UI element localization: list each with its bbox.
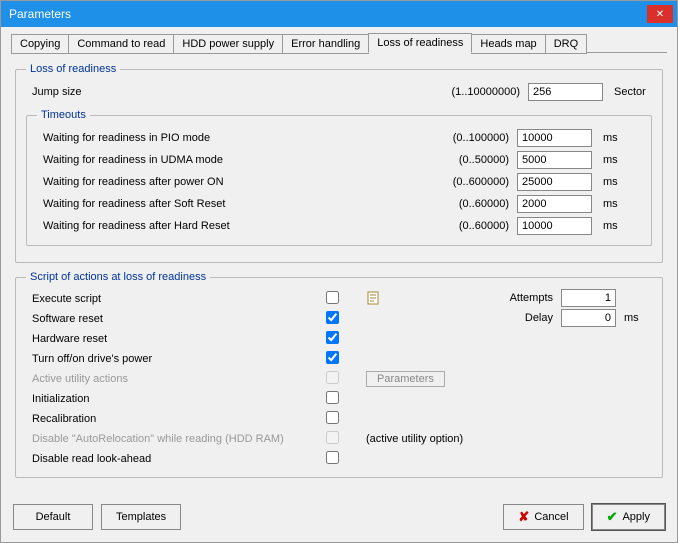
group-loss-of-readiness: Loss of readiness Jump size (1..10000000… — [15, 63, 663, 263]
script-label: Turn off/on drive's power — [26, 353, 326, 365]
script-softreset-row: Software reset — [26, 309, 652, 329]
script-lookahead-checkbox[interactable] — [326, 451, 339, 464]
script-activeutility-row: Active utility actions Parameters — [26, 369, 652, 389]
tab-hdd-power-supply[interactable]: HDD power supply — [173, 34, 283, 54]
jump-size-row: Jump size (1..10000000) Sector — [26, 81, 652, 103]
script-softreset-checkbox[interactable] — [326, 311, 339, 324]
script-hardreset-checkbox[interactable] — [326, 331, 339, 344]
script-label: Disable read look-ahead — [26, 453, 326, 465]
timeout-udma-row: Waiting for readiness in UDMA mode (0..5… — [37, 149, 641, 171]
script-label: Active utility actions — [26, 373, 326, 385]
timeout-hardreset-row: Waiting for readiness after Hard Reset (… — [37, 215, 641, 237]
timeout-range: (0..50000) — [427, 154, 517, 166]
delay-unit: ms — [624, 309, 648, 327]
script-label: Initialization — [26, 393, 326, 405]
apply-button[interactable]: ✔ Apply — [592, 504, 665, 530]
apply-icon: ✔ — [607, 509, 618, 525]
script-activeutility-checkbox — [326, 371, 339, 384]
tab-loss-of-readiness[interactable]: Loss of readiness — [368, 33, 472, 53]
timeout-unit: ms — [597, 220, 641, 232]
timeout-udma-input[interactable] — [517, 151, 592, 169]
script-lookahead-row: Disable read look-ahead — [26, 449, 652, 469]
close-icon: ✕ — [656, 9, 664, 20]
close-button[interactable]: ✕ — [647, 5, 673, 23]
tab-label: Command to read — [77, 38, 165, 50]
jump-size-range: (1..10000000) — [438, 86, 528, 98]
timeout-label: Waiting for readiness in UDMA mode — [37, 154, 427, 166]
jump-size-input[interactable] — [528, 83, 603, 101]
script-autorelocation-checkbox — [326, 431, 339, 444]
parameters-button: Parameters — [366, 371, 445, 387]
jump-size-unit: Sector — [608, 86, 652, 98]
timeout-label: Waiting for readiness after Hard Reset — [37, 220, 427, 232]
script-execute-row: Execute script — [26, 289, 652, 309]
tab-label: Loss of readiness — [377, 37, 463, 49]
tabstrip: Copying Command to read HDD power supply… — [1, 27, 677, 53]
timeout-unit: ms — [597, 154, 641, 166]
script-label: Execute script — [26, 293, 326, 305]
script-initialization-checkbox[interactable] — [326, 391, 339, 404]
timeout-unit: ms — [597, 132, 641, 144]
timeout-poweron-row: Waiting for readiness after power ON (0.… — [37, 171, 641, 193]
script-recalibration-row: Recalibration — [26, 409, 652, 429]
tab-label: DRQ — [554, 38, 578, 50]
jump-size-label: Jump size — [26, 86, 438, 98]
cancel-icon: ✘ — [518, 509, 529, 525]
timeout-poweron-input[interactable] — [517, 173, 592, 191]
active-utility-option-note: (active utility option) — [366, 433, 652, 445]
timeout-label: Waiting for readiness after power ON — [37, 176, 427, 188]
delay-label: Delay — [493, 309, 553, 327]
script-label: Software reset — [26, 313, 326, 325]
tab-heads-map[interactable]: Heads map — [471, 34, 545, 54]
tab-label: Copying — [20, 38, 60, 50]
group-legend: Script of actions at loss of readiness — [26, 271, 210, 283]
script-initialization-row: Initialization — [26, 389, 652, 409]
window-title: Parameters — [9, 7, 647, 21]
timeout-label: Waiting for readiness after Soft Reset — [37, 198, 427, 210]
group-legend: Loss of readiness — [26, 63, 120, 75]
default-button[interactable]: Default — [13, 504, 93, 530]
tab-label: Heads map — [480, 38, 536, 50]
script-label: Hardware reset — [26, 333, 326, 345]
tab-drq[interactable]: DRQ — [545, 34, 587, 54]
script-execute-checkbox[interactable] — [326, 291, 339, 304]
script-recalibration-checkbox[interactable] — [326, 411, 339, 424]
tab-copying[interactable]: Copying — [11, 34, 69, 54]
timeout-softreset-row: Waiting for readiness after Soft Reset (… — [37, 193, 641, 215]
timeout-range: (0..60000) — [427, 220, 517, 232]
timeout-range: (0..600000) — [427, 176, 517, 188]
timeout-range: (0..60000) — [427, 198, 517, 210]
tab-label: HDD power supply — [182, 38, 274, 50]
cancel-button[interactable]: ✘ Cancel — [503, 504, 583, 530]
script-label: Disable "AutoRelocation" while reading (… — [26, 433, 326, 445]
script-powercycle-row: Turn off/on drive's power — [26, 349, 652, 369]
timeout-softreset-input[interactable] — [517, 195, 592, 213]
footer: Default Templates ✘ Cancel ✔ Apply — [1, 496, 677, 542]
script-powercycle-checkbox[interactable] — [326, 351, 339, 364]
timeout-unit: ms — [597, 176, 641, 188]
titlebar: Parameters ✕ — [1, 1, 677, 27]
tab-command-to-read[interactable]: Command to read — [68, 34, 174, 54]
timeout-range: (0..100000) — [427, 132, 517, 144]
tab-body: Loss of readiness Jump size (1..10000000… — [1, 53, 677, 496]
group-timeouts: Timeouts Waiting for readiness in PIO mo… — [26, 109, 652, 246]
script-hardreset-row: Hardware reset — [26, 329, 652, 349]
group-legend: Timeouts — [37, 109, 90, 121]
tab-error-handling[interactable]: Error handling — [282, 34, 369, 54]
parameters-window: Parameters ✕ Copying Command to read HDD… — [0, 0, 678, 543]
script-autorelocation-row: Disable "AutoRelocation" while reading (… — [26, 429, 652, 449]
timeout-label: Waiting for readiness in PIO mode — [37, 132, 427, 144]
templates-button[interactable]: Templates — [101, 504, 181, 530]
timeout-hardreset-input[interactable] — [517, 217, 592, 235]
timeout-pio-input[interactable] — [517, 129, 592, 147]
script-file-icon[interactable] — [366, 290, 382, 306]
timeout-pio-row: Waiting for readiness in PIO mode (0..10… — [37, 127, 641, 149]
group-script-actions: Script of actions at loss of readiness A… — [15, 271, 663, 478]
timeout-unit: ms — [597, 198, 641, 210]
delay-input[interactable] — [561, 309, 616, 327]
script-label: Recalibration — [26, 413, 326, 425]
tab-label: Error handling — [291, 38, 360, 50]
